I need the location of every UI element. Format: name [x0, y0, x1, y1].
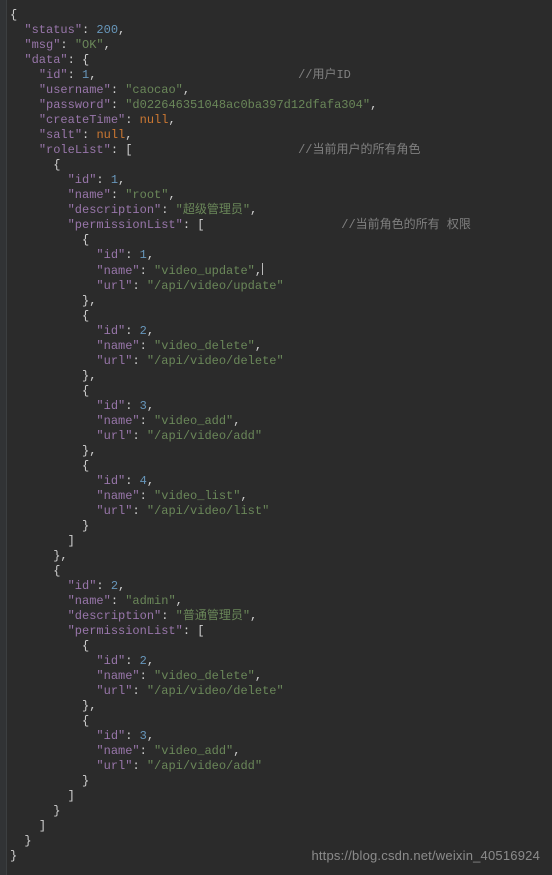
watermark-text: https://blog.csdn.net/weixin_40516924 — [311, 848, 540, 863]
json-code-block: { "status": 200, "msg": "OK", "data": { … — [0, 0, 552, 872]
editor-gutter — [0, 0, 7, 875]
